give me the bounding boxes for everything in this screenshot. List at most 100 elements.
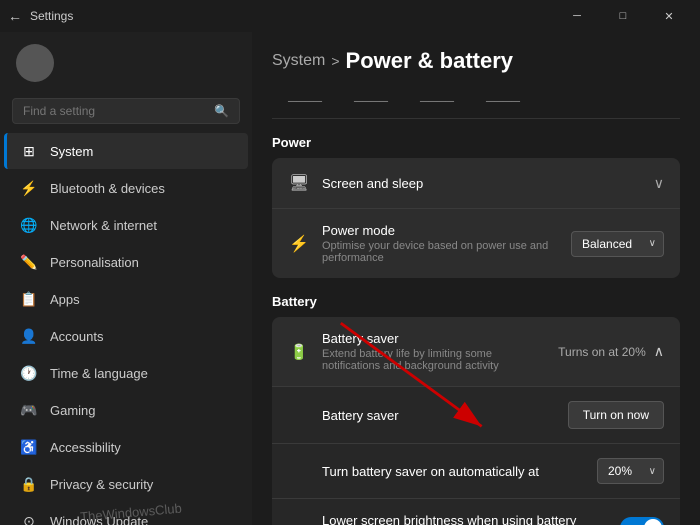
- auto-battery-row: Turn battery saver on automatically at 2…: [272, 444, 680, 499]
- auto-battery-right[interactable]: 20% ∨: [597, 458, 664, 484]
- sidebar-item-network[interactable]: 🌐 Network & internet: [4, 207, 248, 243]
- power-section-label: Power: [272, 135, 680, 150]
- power-mode-title: Power mode: [322, 223, 559, 238]
- windows-update-icon: ⊙: [20, 512, 38, 525]
- tab-3[interactable]: ────: [404, 86, 470, 118]
- sidebar-item-label: Accounts: [50, 329, 103, 344]
- lower-brightness-right[interactable]: [620, 517, 664, 525]
- sidebar-item-label: Bluetooth & devices: [50, 181, 165, 196]
- battery-icon: 🔋: [288, 341, 310, 363]
- power-mode-dropdown-wrapper[interactable]: Balanced ∨: [571, 231, 664, 257]
- search-icon: 🔍: [214, 104, 229, 118]
- battery-saver-text: Battery saver Extend battery life by lim…: [322, 331, 546, 372]
- accounts-icon: 👤: [20, 327, 38, 345]
- battery-saver-status: Turns on at 20%: [558, 345, 646, 359]
- auto-battery-dropdown-wrapper[interactable]: 20% ∨: [597, 458, 664, 484]
- power-mode-dropdown[interactable]: Balanced: [571, 231, 664, 257]
- titlebar-controls: ─ □ ✕: [554, 0, 692, 32]
- apps-icon: 📋: [20, 290, 38, 308]
- tab-2[interactable]: ────: [338, 86, 404, 118]
- breadcrumb: System > Power & battery: [272, 32, 680, 86]
- battery-saver-right: Turns on at 20% ∧: [558, 343, 664, 360]
- sidebar-item-windows-update[interactable]: ⊙ Windows Update: [4, 503, 248, 525]
- sidebar-item-label: Personalisation: [50, 255, 139, 270]
- sidebar-item-bluetooth[interactable]: ⚡ Bluetooth & devices: [4, 170, 248, 206]
- bluetooth-icon: ⚡: [20, 179, 38, 197]
- turn-on-now-button[interactable]: Turn on now: [568, 401, 664, 429]
- sidebar-item-accounts[interactable]: 👤 Accounts: [4, 318, 248, 354]
- time-icon: 🕐: [20, 364, 38, 382]
- sidebar-item-privacy[interactable]: 🔒 Privacy & security: [4, 466, 248, 502]
- sidebar-item-label: Network & internet: [50, 218, 157, 233]
- battery-saver-row-title: Battery saver: [322, 408, 556, 423]
- sidebar: 🔍 ⊞ System ⚡ Bluetooth & devices 🌐 Netwo…: [0, 32, 252, 525]
- lower-brightness-toggle[interactable]: [620, 517, 664, 525]
- battery-section-label: Battery: [272, 294, 680, 309]
- titlebar: ← Settings ─ □ ✕: [0, 0, 700, 32]
- sidebar-item-accessibility[interactable]: ♿ Accessibility: [4, 429, 248, 465]
- lower-brightness-title: Lower screen brightness when using batte…: [322, 513, 608, 525]
- auto-battery-dropdown[interactable]: 20%: [597, 458, 664, 484]
- content-area: System > Power & battery ──── ──── ──── …: [252, 32, 700, 525]
- tabs-row: ──── ──── ──── ────: [272, 86, 680, 119]
- lower-brightness-row: Lower screen brightness when using batte…: [272, 499, 680, 525]
- sidebar-item-label: Privacy & security: [50, 477, 153, 492]
- screen-sleep-icon: 🖥: [288, 172, 310, 194]
- power-mode-row[interactable]: ⚡ Power mode Optimise your device based …: [272, 209, 680, 278]
- network-icon: 🌐: [20, 216, 38, 234]
- auto-battery-text: Turn battery saver on automatically at: [322, 464, 585, 479]
- power-mode-subtitle: Optimise your device based on power use …: [322, 240, 559, 264]
- battery-saver-row: Battery saver Turn on now: [272, 387, 680, 444]
- screen-sleep-right: ∨: [654, 175, 664, 192]
- nav-list: ⊞ System ⚡ Bluetooth & devices 🌐 Network…: [0, 132, 252, 525]
- screen-sleep-text: Screen and sleep: [322, 176, 642, 191]
- battery-saver-row-right[interactable]: Turn on now: [568, 401, 664, 429]
- main-layout: 🔍 ⊞ System ⚡ Bluetooth & devices 🌐 Netwo…: [0, 32, 700, 525]
- breadcrumb-chevron: >: [331, 53, 339, 69]
- back-icon[interactable]: ←: [8, 8, 22, 24]
- battery-saver-title: Battery saver: [322, 331, 546, 346]
- app-title: Settings: [30, 9, 73, 23]
- sidebar-item-apps[interactable]: 📋 Apps: [4, 281, 248, 317]
- avatar: [16, 44, 54, 82]
- tab-4[interactable]: ────: [470, 86, 536, 118]
- battery-saver-row-text: Battery saver: [322, 408, 556, 423]
- sidebar-profile[interactable]: [0, 32, 252, 94]
- screen-sleep-title: Screen and sleep: [322, 176, 642, 191]
- sidebar-item-time[interactable]: 🕐 Time & language: [4, 355, 248, 391]
- power-card: 🖥 Screen and sleep ∨ ⚡ Power mode Optimi…: [272, 158, 680, 278]
- sidebar-item-personalisation[interactable]: ✏️ Personalisation: [4, 244, 248, 280]
- screen-sleep-chevron: ∨: [654, 175, 664, 192]
- search-input[interactable]: [23, 104, 206, 118]
- personalisation-icon: ✏️: [20, 253, 38, 271]
- power-mode-right[interactable]: Balanced ∨: [571, 231, 664, 257]
- sidebar-item-label: Windows Update: [50, 514, 148, 525]
- system-icon: ⊞: [20, 142, 38, 160]
- battery-card: 🔋 Battery saver Extend battery life by l…: [272, 317, 680, 525]
- gaming-icon: 🎮: [20, 401, 38, 419]
- breadcrumb-parent: System: [272, 52, 325, 70]
- tab-1[interactable]: ────: [272, 86, 338, 118]
- battery-saver-subtitle: Extend battery life by limiting some not…: [322, 348, 546, 372]
- expand-button[interactable]: ∧: [654, 343, 664, 360]
- titlebar-left: ← Settings: [8, 8, 73, 24]
- sidebar-item-label: Accessibility: [50, 440, 121, 455]
- sidebar-item-gaming[interactable]: 🎮 Gaming: [4, 392, 248, 428]
- auto-battery-title: Turn battery saver on automatically at: [322, 464, 585, 479]
- lower-brightness-text: Lower screen brightness when using batte…: [322, 513, 608, 525]
- power-mode-text: Power mode Optimise your device based on…: [322, 223, 559, 264]
- power-mode-icon: ⚡: [288, 233, 310, 255]
- content-wrapper: System > Power & battery ──── ──── ──── …: [252, 32, 700, 525]
- breadcrumb-current: Power & battery: [346, 48, 514, 74]
- sidebar-item-label: Gaming: [50, 403, 96, 418]
- search-box[interactable]: 🔍: [12, 98, 240, 124]
- screen-sleep-row[interactable]: 🖥 Screen and sleep ∨: [272, 158, 680, 209]
- close-button[interactable]: ✕: [646, 0, 692, 32]
- battery-saver-header[interactable]: 🔋 Battery saver Extend battery life by l…: [272, 317, 680, 387]
- sidebar-item-label: Time & language: [50, 366, 148, 381]
- sidebar-item-label: Apps: [50, 292, 80, 307]
- minimize-button[interactable]: ─: [554, 0, 600, 32]
- maximize-button[interactable]: □: [600, 0, 646, 32]
- sidebar-item-system[interactable]: ⊞ System: [4, 133, 248, 169]
- toggle-thumb: [644, 519, 662, 525]
